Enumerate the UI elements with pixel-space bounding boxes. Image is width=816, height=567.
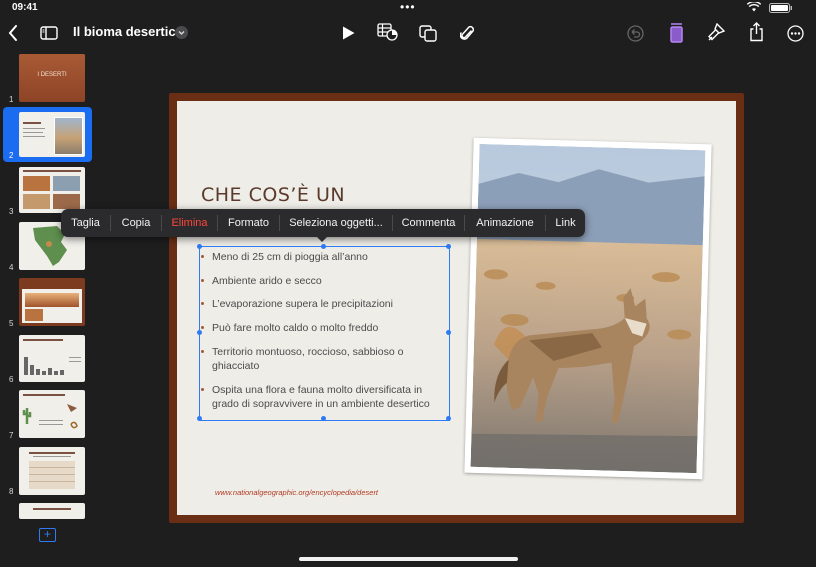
- coyote-photo[interactable]: [464, 137, 712, 480]
- slide-number: 4: [9, 263, 14, 272]
- slide-thumbnail-3[interactable]: [19, 167, 85, 213]
- slide-thumbnail-8[interactable]: [19, 447, 85, 495]
- source-link[interactable]: www.nationalgeographic.org/encyclopedia/…: [215, 488, 378, 497]
- add-slide-icon[interactable]: +: [39, 528, 56, 542]
- coyote-image: [470, 143, 706, 474]
- undo-icon[interactable]: [626, 24, 644, 42]
- slide-number: 2: [9, 151, 14, 160]
- slide-thumbnail-title: I DESERTI: [37, 72, 67, 78]
- slide-thumbnail-6[interactable]: [19, 335, 85, 382]
- slide-thumbnail-2[interactable]: [19, 112, 85, 157]
- document-title[interactable]: Il bioma desertico: [73, 24, 184, 39]
- context-menu-pointer: [316, 236, 328, 242]
- status-time: 09:41: [12, 2, 38, 13]
- slide-number: 3: [9, 207, 14, 216]
- menu-copy[interactable]: Copia: [111, 209, 161, 237]
- format-panel-icon[interactable]: [668, 22, 684, 43]
- menu-animation[interactable]: Animazione: [465, 209, 545, 237]
- resize-handle[interactable]: [321, 244, 326, 249]
- resize-handle[interactable]: [197, 244, 202, 249]
- resize-handle[interactable]: [321, 416, 326, 421]
- shapes-icon[interactable]: [418, 24, 438, 42]
- slide-thumbnail-5[interactable]: [19, 278, 85, 326]
- slide-title[interactable]: CHE COS’È UN: [201, 184, 345, 206]
- status-bar: 09:41 •••: [0, 0, 816, 14]
- multitasking-dots-icon[interactable]: •••: [400, 0, 416, 14]
- slide-thumbnail-7[interactable]: [19, 390, 85, 438]
- menu-comment[interactable]: Commenta: [393, 209, 464, 237]
- slide-number: 6: [9, 375, 14, 384]
- resize-handle[interactable]: [446, 416, 451, 421]
- slide-number: 5: [9, 319, 14, 328]
- resize-handle[interactable]: [197, 416, 202, 421]
- slide-number: 8: [9, 487, 14, 496]
- context-menu: Taglia Copia Elimina Formato Seleziona o…: [61, 209, 585, 237]
- slide-thumbnail-1[interactable]: I DESERTI: [19, 54, 85, 102]
- slide-thumbnail-9[interactable]: [19, 503, 85, 519]
- share-icon[interactable]: [748, 22, 764, 42]
- menu-delete[interactable]: Elimina: [162, 209, 217, 237]
- menu-cut[interactable]: Taglia: [61, 209, 110, 237]
- slide-number: 7: [9, 431, 14, 440]
- home-indicator[interactable]: [299, 557, 518, 561]
- slide-number: 1: [9, 95, 14, 104]
- play-icon[interactable]: [341, 25, 355, 41]
- resize-handle[interactable]: [446, 244, 451, 249]
- menu-link[interactable]: Link: [546, 209, 585, 237]
- text-box-selection[interactable]: [199, 246, 450, 421]
- resize-handle[interactable]: [197, 330, 202, 335]
- attachment-icon[interactable]: [459, 24, 475, 42]
- title-menu-chevron-icon[interactable]: [175, 26, 188, 39]
- more-icon[interactable]: [786, 24, 804, 42]
- back-chevron-icon[interactable]: [6, 24, 20, 42]
- brush-icon[interactable]: [707, 23, 725, 42]
- table-chart-icon[interactable]: [376, 23, 398, 41]
- menu-format[interactable]: Formato: [218, 209, 279, 237]
- menu-select-objects[interactable]: Seleziona oggetti...: [280, 209, 392, 237]
- sidebar-icon[interactable]: [40, 25, 58, 40]
- resize-handle[interactable]: [446, 330, 451, 335]
